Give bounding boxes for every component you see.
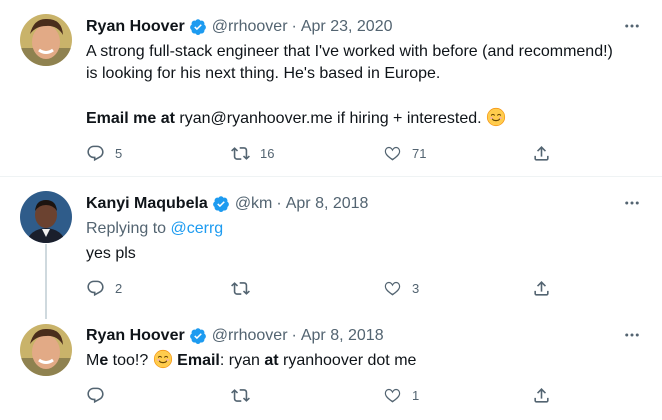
tweet-body: yes pls — [86, 245, 136, 262]
share-icon — [532, 386, 551, 405]
like-icon — [383, 144, 402, 163]
tweet-body: Me too!? Email: ryan at ryanhoover dot m… — [86, 349, 646, 372]
like-icon — [383, 386, 402, 405]
tweet-actions: 1 — [86, 384, 556, 406]
tweet-text-part: ryan@ryanhoover.me if hiring + intereste… — [174, 110, 486, 127]
reply-icon — [86, 279, 105, 298]
verified-badge-icon — [212, 195, 230, 213]
author-name[interactable]: Kanyi Maqubela — [86, 195, 208, 213]
share-icon — [532, 279, 551, 298]
reply-button[interactable] — [86, 384, 115, 406]
tweet-line: is looking for his next thing. He's base… — [86, 65, 441, 82]
replying-to: Replying to @cerrg — [86, 218, 646, 240]
retweet-icon — [231, 279, 250, 298]
tweet-date[interactable]: Apr 8, 2018 — [286, 195, 369, 213]
avatar[interactable] — [20, 14, 72, 66]
tweet-header: Ryan Hoover @rrhoover · Apr 8, 2018 — [86, 325, 384, 347]
tweet[interactable]: Ryan Hoover @rrhoover · Apr 23, 2020 A s… — [0, 0, 662, 176]
smiling-face-emoji-icon — [486, 107, 506, 127]
tweet-header: Kanyi Maqubela @km · Apr 8, 2018 — [86, 193, 368, 215]
tweet-text-part: ryanhoover dot me — [278, 352, 417, 369]
more-options-icon[interactable] — [620, 325, 644, 345]
thread-connector-line — [45, 244, 47, 319]
like-count: 3 — [412, 280, 420, 296]
bold-text: Email — [177, 352, 220, 369]
tweet-date[interactable]: Apr 8, 2018 — [301, 327, 384, 345]
author-name[interactable]: Ryan Hoover — [86, 327, 185, 345]
retweet-icon — [231, 144, 250, 163]
tweet-actions: 5 16 71 — [86, 142, 556, 164]
avatar[interactable] — [20, 324, 72, 376]
replying-to-handle[interactable]: @cerrg — [171, 220, 224, 237]
tweet-text-part: too!? — [108, 352, 153, 369]
retweet-button[interactable] — [231, 277, 260, 299]
tweet-actions: 2 3 — [86, 277, 556, 299]
tweet-text: Replying to @cerrg yes pls — [86, 218, 646, 265]
separator: · — [291, 327, 297, 344]
tweet-text: Me too!? Email: ryan at ryanhoover dot m… — [86, 349, 646, 372]
share-button[interactable] — [532, 277, 551, 299]
reply-count: 2 — [115, 280, 123, 296]
tweet[interactable]: Kanyi Maqubela @km · Apr 8, 2018 Replyin… — [0, 177, 662, 310]
share-button[interactable] — [532, 384, 551, 406]
tweet-text: A strong full-stack engineer that I've w… — [86, 41, 646, 130]
tweet-text-part: : ryan — [219, 352, 265, 369]
retweet-count: 16 — [260, 145, 275, 161]
author-handle[interactable]: @rrhoover — [212, 327, 288, 345]
tweet-line: A strong full-stack engineer that I've w… — [86, 43, 613, 60]
retweet-button[interactable] — [231, 384, 260, 406]
verified-badge-icon — [189, 327, 207, 345]
smiling-face-emoji-icon — [153, 349, 173, 369]
like-button[interactable]: 71 — [383, 142, 426, 164]
bold-text: e — [99, 352, 109, 369]
author-handle[interactable]: @rrhoover — [212, 18, 288, 36]
like-button[interactable]: 3 — [383, 277, 419, 299]
tweet-text-part: M — [86, 352, 100, 369]
reply-button[interactable]: 2 — [86, 277, 122, 299]
share-icon — [532, 144, 551, 163]
like-count: 71 — [412, 145, 427, 161]
avatar[interactable] — [20, 191, 72, 243]
reply-button[interactable]: 5 — [86, 142, 122, 164]
bold-text: Email me at — [86, 110, 175, 127]
like-icon — [383, 279, 402, 298]
tweet-header: Ryan Hoover @rrhoover · Apr 23, 2020 — [86, 16, 392, 38]
retweet-icon — [231, 386, 250, 405]
tweet-date[interactable]: Apr 23, 2020 — [301, 18, 393, 36]
retweet-button[interactable]: 16 — [231, 142, 274, 164]
reply-icon — [86, 386, 105, 405]
more-options-icon[interactable] — [620, 16, 644, 36]
author-handle[interactable]: @km — [235, 195, 273, 213]
reply-icon — [86, 144, 105, 163]
reply-count: 5 — [115, 145, 123, 161]
separator: · — [276, 195, 282, 212]
like-count: 1 — [412, 387, 420, 403]
replying-to-label: Replying to — [86, 220, 167, 237]
like-button[interactable]: 1 — [383, 384, 419, 406]
tweet-line: Email me at ryan@ryanhoover.me if hiring… — [86, 107, 646, 130]
more-options-icon[interactable] — [620, 193, 644, 213]
separator: · — [291, 18, 297, 35]
author-name[interactable]: Ryan Hoover — [86, 18, 185, 36]
verified-badge-icon — [189, 18, 207, 36]
tweet[interactable]: Ryan Hoover @rrhoover · Apr 8, 2018 Me t… — [0, 310, 662, 420]
share-button[interactable] — [532, 142, 551, 164]
bold-text: at — [264, 352, 279, 369]
